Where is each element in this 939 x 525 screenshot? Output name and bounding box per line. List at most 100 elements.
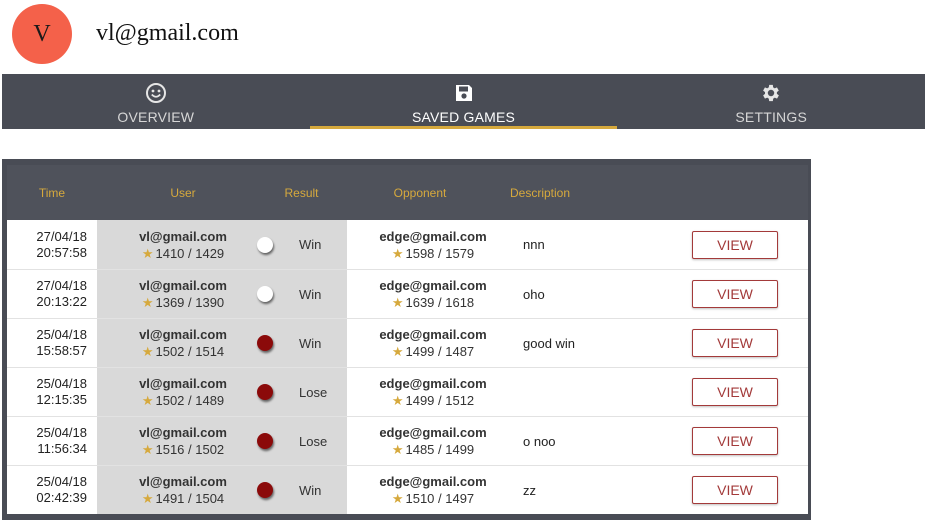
tab-label: SETTINGS: [735, 109, 807, 125]
user-name: vl@gmail.com: [139, 474, 227, 489]
result-text: Win: [299, 237, 322, 252]
opponent-cell: edge@gmail.com ★ 1510 / 1497: [347, 466, 519, 514]
tab-overview[interactable]: OVERVIEW: [2, 74, 310, 129]
table-body: 27/04/18 20:57:58 vl@gmail.com ★ 1410 / 1…: [7, 220, 808, 514]
star-icon: ★: [141, 245, 154, 261]
user-email: vl@gmail.com: [96, 20, 239, 46]
star-icon: ★: [391, 442, 404, 457]
smiley-icon: [145, 82, 167, 104]
user-rating: ★ 1369 / 1390: [141, 295, 225, 310]
star-icon: ★: [141, 344, 154, 359]
result-cell: Win: [257, 319, 347, 367]
result-cell: Win: [257, 220, 347, 269]
header-description: Description: [510, 185, 571, 200]
opponent-name: edge@gmail.com: [379, 474, 487, 489]
star-icon: ★: [391, 295, 404, 310]
description-cell: [519, 368, 669, 416]
description-cell: nnn: [523, 237, 545, 252]
stone-icon: [257, 335, 273, 351]
opponent-name: edge@gmail.com: [379, 327, 487, 342]
view-button[interactable]: VIEW: [692, 427, 778, 455]
opponent-rating: ★ 1639 / 1618: [391, 295, 475, 310]
description-cell: o noo: [523, 433, 556, 449]
user-rating: ★ 1491 / 1504: [141, 491, 225, 506]
time-cell: 27/04/18 20:13:22: [7, 270, 97, 318]
star-icon: ★: [141, 393, 154, 408]
game-time: 20:57:58: [36, 244, 87, 260]
opponent-rating: ★ 1598 / 1579: [391, 245, 475, 261]
opponent-name: edge@gmail.com: [379, 425, 487, 440]
result-text: Win: [299, 482, 322, 498]
result-text: Lose: [299, 384, 328, 400]
opponent-name: edge@gmail.com: [379, 278, 487, 293]
table-row: 25/04/18 02:42:39 vl@gmail.com ★ 1491 / 1…: [7, 465, 808, 514]
user-name: vl@gmail.com: [139, 278, 227, 293]
result-text: Win: [299, 335, 322, 351]
table-row: 27/04/18 20:13:22 vl@gmail.com ★ 1369 / 1…: [7, 269, 808, 318]
result-cell: Lose: [257, 368, 347, 416]
table-header: Time User Result Opponent Description: [7, 165, 808, 220]
view-button[interactable]: VIEW: [692, 476, 778, 504]
star-icon: ★: [391, 344, 404, 359]
description-cell: zz: [523, 482, 536, 498]
stone-icon: [257, 482, 273, 498]
game-date: 25/04/18: [36, 327, 87, 342]
user-name: vl@gmail.com: [139, 376, 227, 391]
avatar[interactable]: V: [12, 4, 72, 64]
game-time: 02:42:39: [36, 490, 87, 505]
stone-icon: [257, 286, 273, 302]
game-time: 20:13:22: [36, 294, 87, 309]
user-cell: vl@gmail.com ★ 1491 / 1504: [97, 466, 269, 514]
time-cell: 25/04/18 15:58:57: [7, 319, 97, 367]
opponent-cell: edge@gmail.com ★ 1499 / 1512: [347, 368, 519, 416]
result-text: Win: [299, 286, 322, 302]
game-date: 27/04/18: [36, 228, 87, 244]
tab-label: OVERVIEW: [117, 109, 195, 125]
view-cell: VIEW: [669, 368, 808, 416]
result-cell: Lose: [257, 417, 347, 465]
gear-icon: [760, 82, 782, 104]
stone-icon: [257, 433, 273, 449]
game-time: 15:58:57: [36, 343, 87, 358]
table-row: 25/04/18 15:58:57 vl@gmail.com ★ 1502 / 1…: [7, 318, 808, 367]
opponent-cell: edge@gmail.com ★ 1639 / 1618: [347, 270, 519, 318]
time-cell: 25/04/18 02:42:39: [7, 466, 97, 514]
opponent-cell: edge@gmail.com ★ 1485 / 1499: [347, 417, 519, 465]
header-time: Time: [38, 185, 66, 200]
view-button[interactable]: VIEW: [692, 378, 778, 406]
view-cell: VIEW: [669, 466, 808, 514]
tab-settings[interactable]: SETTINGS: [617, 74, 925, 129]
view-cell: VIEW: [669, 319, 808, 367]
opponent-rating: ★ 1485 / 1499: [391, 442, 475, 457]
tab-saved-games[interactable]: SAVED GAMES: [309, 74, 618, 129]
description-cell: good win: [523, 335, 576, 351]
user-rating: ★ 1502 / 1489: [141, 393, 225, 408]
view-cell: VIEW: [669, 220, 808, 269]
game-date: 25/04/18: [36, 474, 87, 489]
header-result: Result: [284, 185, 319, 200]
user-name: vl@gmail.com: [139, 228, 227, 244]
time-cell: 25/04/18 11:56:34: [7, 417, 97, 465]
view-button[interactable]: VIEW: [692, 329, 778, 357]
user-cell: vl@gmail.com ★ 1502 / 1514: [97, 319, 269, 367]
profile-header: V vl@gmail.com: [0, 0, 939, 70]
user-name: vl@gmail.com: [139, 425, 227, 440]
opponent-rating: ★ 1499 / 1487: [391, 344, 475, 359]
star-icon: ★: [391, 491, 404, 506]
tab-label: SAVED GAMES: [411, 109, 516, 125]
stone-icon: [257, 384, 273, 400]
star-icon: ★: [391, 245, 404, 261]
game-date: 25/04/18: [36, 376, 87, 391]
description-cell: oho: [523, 286, 545, 302]
view-cell: VIEW: [669, 417, 808, 465]
stone-icon: [257, 236, 273, 253]
user-name: vl@gmail.com: [139, 327, 227, 342]
view-button[interactable]: VIEW: [692, 280, 778, 308]
header-opponent: Opponent: [393, 185, 447, 200]
user-cell: vl@gmail.com ★ 1516 / 1502: [97, 417, 269, 465]
view-button[interactable]: VIEW: [692, 230, 778, 259]
opponent-cell: edge@gmail.com ★ 1598 / 1579: [347, 220, 519, 269]
star-icon: ★: [141, 491, 154, 506]
tab-bar: OVERVIEW SAVED GAMES SETTINGS: [2, 74, 925, 129]
star-icon: ★: [141, 442, 154, 457]
